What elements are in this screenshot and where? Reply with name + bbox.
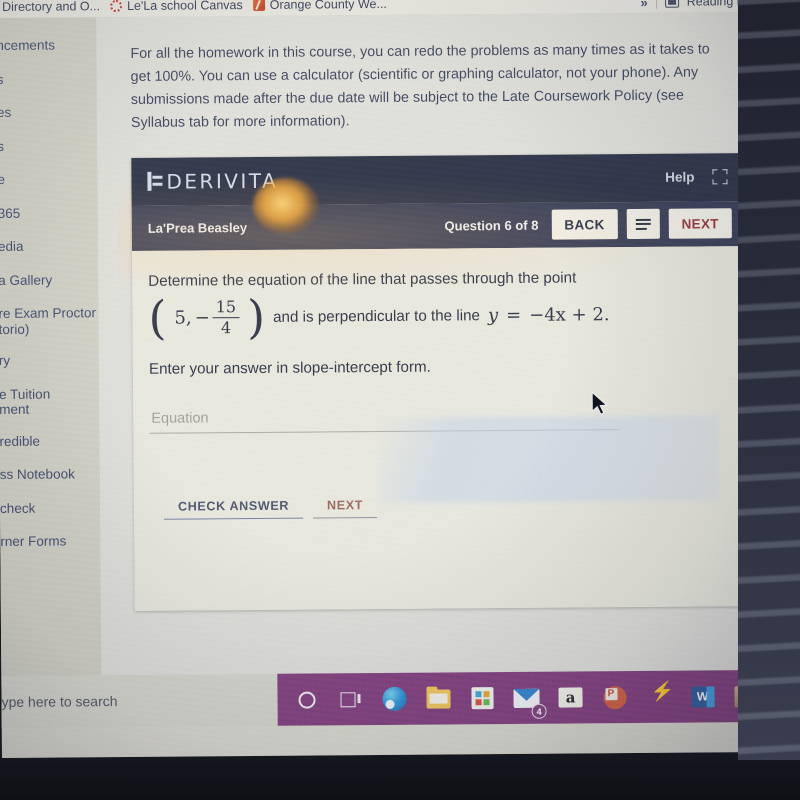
derivita-top-bar: DERIVITA Help [131, 152, 744, 206]
point-x-value: 5, [174, 307, 192, 329]
right-paren: ) [246, 289, 266, 344]
hamburger-menu-icon [635, 218, 651, 230]
search-placeholder: ype here to search [1, 693, 118, 710]
windows-taskbar: ype here to search 4 a P ⚡ W [1, 670, 762, 728]
taskbar-icons: 4 a W [277, 670, 762, 726]
cortana-icon[interactable] [291, 684, 321, 714]
derivita-widget: DERIVITA Help La'Prea Beasley Question 6… [131, 152, 747, 611]
question-counter: Question 6 of 8 [444, 217, 539, 234]
sidebar-item-office365[interactable]: 365 [0, 205, 98, 221]
sidebar-item-library[interactable]: ry [0, 352, 99, 368]
bookmark-label: Directory and O... [2, 0, 101, 14]
course-intro-paragraph: For all the homework in this course, you… [130, 41, 710, 132]
bookmark-directory[interactable]: Directory and O... [2, 0, 100, 14]
sidebar-item-3[interactable]: es [0, 104, 97, 120]
amazon-icon[interactable]: a [555, 682, 585, 712]
sidebar-item-exam-proctor[interactable]: re Exam Proctor torio) [0, 305, 99, 337]
canvas-icon [109, 0, 123, 13]
equation-equals: = [506, 304, 522, 326]
answer-area [149, 404, 725, 435]
sidebar-item-2[interactable]: s [0, 71, 97, 87]
left-paren: ( [148, 290, 167, 345]
equation-input[interactable] [149, 404, 620, 435]
fraction: 15 4 [212, 297, 240, 338]
mail-icon[interactable]: 4 [511, 683, 547, 719]
fullscreen-icon[interactable] [712, 169, 728, 185]
window-blinds-background [738, 0, 800, 800]
equation-rhs: −4x + 2. [529, 304, 610, 326]
sidebar-item-4[interactable]: s [0, 138, 97, 154]
edge-browser-icon[interactable] [379, 684, 409, 714]
equation-y: y [487, 304, 499, 327]
answer-prompt: Enter your answer in slope-intercept for… [148, 358, 431, 379]
dark-foreground [0, 760, 800, 800]
sidebar-item-credible[interactable]: redible [0, 433, 100, 449]
fraction-denominator: 4 [220, 318, 232, 338]
bookmark-label: Le'La school Canvas [126, 0, 243, 13]
bookmarks-bar-right: » Reading list [640, 0, 752, 13]
derivita-top-actions: Help [665, 169, 728, 185]
question-list-button[interactable] [626, 208, 660, 240]
sidebar-item-media-gallery[interactable]: a Gallery [0, 272, 98, 288]
reading-list-icon[interactable] [664, 0, 679, 8]
screen-photo: Directory and O... Le'La school Canvas O… [0, 0, 800, 800]
sidebar-item-announcements[interactable]: ncements [0, 37, 96, 53]
help-link[interactable]: Help [665, 170, 694, 185]
browser-page: ncements s es s e 365 edia a Gallery re … [0, 12, 762, 728]
bookmark-orange-county[interactable]: Orange County We... [252, 0, 387, 12]
derivita-sub-bar: La'Prea Beasley Question 6 of 8 BACK NEX… [131, 200, 744, 251]
derivita-logo-mark-icon [147, 172, 162, 191]
powerpoint-icon[interactable] [599, 682, 629, 712]
question-line-2-text: and is perpendicular to the line [273, 307, 480, 326]
next-question-button[interactable]: NEXT [312, 494, 378, 519]
bookmark-canvas[interactable]: Le'La school Canvas [109, 0, 243, 13]
check-answer-button[interactable]: CHECK ANSWER [163, 494, 304, 521]
sidebar-item-class-notebook[interactable]: ss Notebook [0, 466, 100, 483]
orange-square-icon [252, 0, 265, 11]
question-navigation: Question 6 of 8 BACK NEXT [444, 208, 732, 240]
back-button[interactable]: BACK [551, 209, 618, 240]
sidebar-item-tuition-payment[interactable]: e Tuition ment [0, 386, 99, 418]
student-name: La'Prea Beasley [147, 219, 248, 236]
next-button[interactable]: NEXT [668, 208, 732, 239]
answer-actions: CHECK ANSWER NEXT [150, 492, 726, 521]
sidebar-item-check[interactable]: check [0, 500, 100, 516]
lightning-icon[interactable] [643, 682, 673, 712]
sidebar-item-media[interactable]: edia [0, 238, 98, 254]
sidebar-item-learner-forms[interactable]: rner Forms [0, 533, 100, 550]
question-math-row: ( 5, − 15 4 ) and is perpendicular to th… [148, 289, 724, 345]
question-line-1: Determine the equation of the line that … [148, 269, 577, 290]
word-icon[interactable]: W [687, 681, 717, 711]
page-content: For all the homework in this course, you… [96, 12, 747, 728]
bookmark-label: Orange County We... [269, 0, 387, 12]
point-expression: 5, − 15 4 [174, 297, 240, 338]
question-body: Determine the equation of the line that … [132, 245, 747, 611]
microsoft-store-icon[interactable] [467, 683, 497, 713]
task-view-icon[interactable] [335, 684, 365, 714]
sidebar-item-5[interactable]: e [0, 171, 98, 187]
bookmarks-overflow-icon[interactable]: » [640, 0, 647, 9]
laptop-screen: Directory and O... Le'La school Canvas O… [0, 0, 762, 758]
derivita-logo: DERIVITA [147, 168, 278, 193]
mail-unread-badge: 4 [531, 703, 547, 719]
derivita-logo-text: DERIVITA [166, 168, 279, 194]
file-explorer-icon[interactable] [423, 683, 453, 713]
fraction-numerator: 15 [215, 297, 237, 317]
minus-sign: − [194, 307, 210, 329]
toolbar-divider [655, 0, 657, 9]
taskbar-search[interactable]: ype here to search [1, 673, 278, 728]
course-navigation-sidebar: ncements s es s e 365 edia a Gallery re … [0, 17, 102, 728]
